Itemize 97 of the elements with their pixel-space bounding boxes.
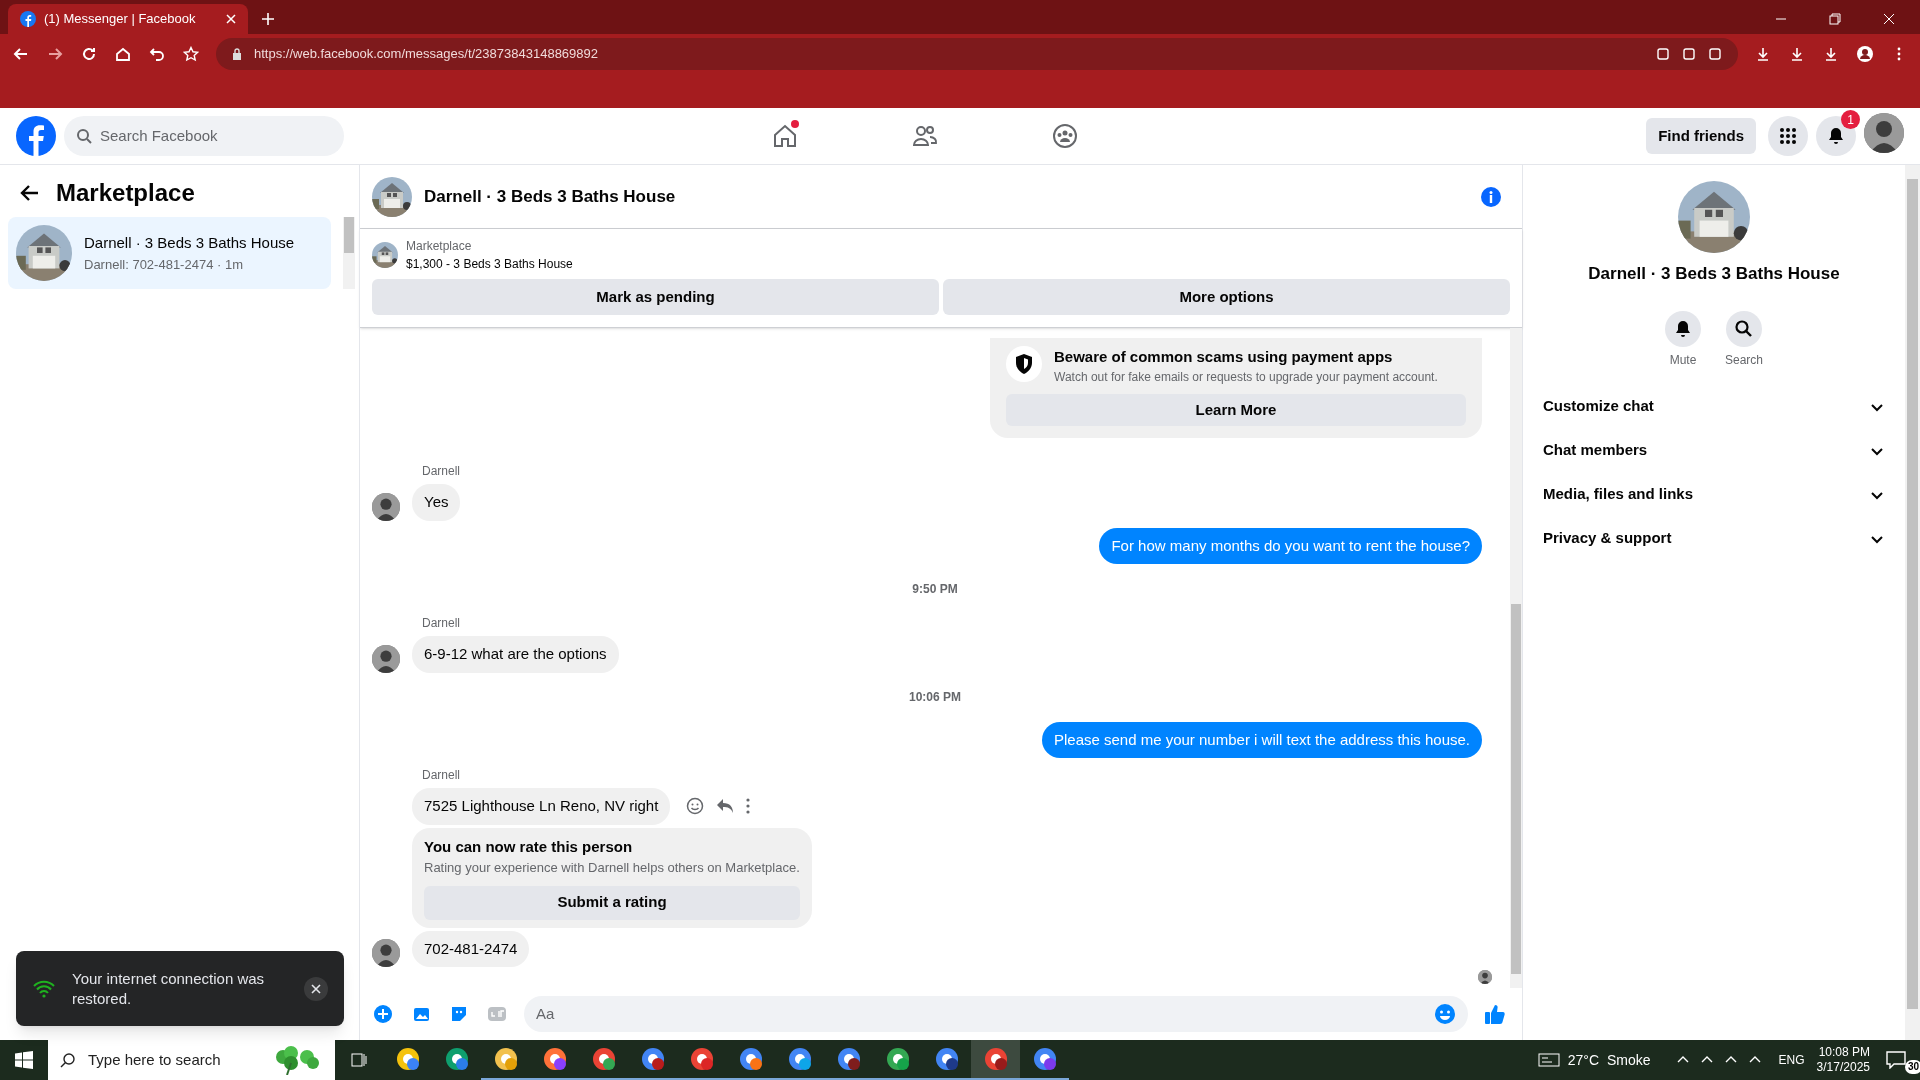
close-icon[interactable] xyxy=(226,14,236,24)
address-bar[interactable]: https://web.facebook.com/messages/t/23873843148869892 xyxy=(216,38,1738,70)
sender-name: Darnell xyxy=(422,615,461,632)
back-arrow-icon[interactable] xyxy=(20,183,40,203)
search-icon xyxy=(1734,318,1754,339)
notice-title: Beware of common scams using payment apps xyxy=(1054,346,1394,367)
submit-rating-button[interactable]: Submit a rating xyxy=(424,885,800,920)
more-icon[interactable] xyxy=(746,798,751,815)
weather-icon xyxy=(1537,1052,1560,1068)
reply-icon[interactable] xyxy=(716,798,735,815)
section-row[interactable]: Customize chat xyxy=(1535,384,1893,429)
section-label: Media, files and links xyxy=(1543,484,1695,505)
rating-title: You can now rate this person xyxy=(424,836,634,857)
section-row[interactable]: Media, files and links xyxy=(1535,472,1893,517)
search-field[interactable]: Search Facebook xyxy=(100,124,332,148)
language-indicator[interactable]: ENG xyxy=(1778,1051,1805,1069)
home-icon xyxy=(771,122,799,150)
sender-name: Darnell xyxy=(422,463,461,480)
timestamp: 9:50 PM xyxy=(912,581,958,598)
section-label: Chat members xyxy=(1543,440,1649,461)
facebook-icon xyxy=(20,11,36,27)
chat-title: Darnell · 3 Beds 3 Baths House xyxy=(424,185,677,208)
notice-body: Watch out for fake emails or requests to upgrade your payment account. xyxy=(1054,369,1438,386)
button-label: Search xyxy=(1725,351,1763,369)
seen-avatar xyxy=(1478,970,1492,984)
chat-bubble-icon xyxy=(1886,1051,1906,1069)
close-button[interactable] xyxy=(304,976,328,1001)
timestamp: 10:06 PM xyxy=(909,688,961,706)
shield-icon xyxy=(1006,345,1042,382)
learn-more-button[interactable]: Learn More xyxy=(1006,394,1466,426)
section-row[interactable]: Privacy & support xyxy=(1535,516,1893,561)
message-bubble: 702-481-2474 xyxy=(412,930,530,967)
taskbar-search-field[interactable]: Type here to search xyxy=(88,1048,257,1072)
more-options-button[interactable]: More options xyxy=(943,279,1510,315)
notification-center-button[interactable]: 30 xyxy=(1886,1040,1920,1080)
section-label: Customize chat xyxy=(1543,396,1655,417)
bell-icon xyxy=(1826,126,1846,146)
message-bubble: 6-9-12 what are the options xyxy=(412,636,619,673)
conversation-preview: Darnell: 702-481-2474 · 1m xyxy=(84,255,244,274)
search-bar[interactable]: Search Facebook xyxy=(64,116,344,156)
like-icon[interactable] xyxy=(1484,1003,1506,1025)
profile-avatar xyxy=(1864,112,1904,153)
bell-icon xyxy=(1673,318,1693,339)
clock-date: 3/17/2025 xyxy=(1816,1060,1870,1075)
search-icon xyxy=(76,128,92,144)
scrollbar[interactable] xyxy=(1510,328,1522,988)
grid-icon xyxy=(1778,126,1798,146)
emoji-icon[interactable] xyxy=(686,797,705,816)
notification-count: 30 xyxy=(1904,1060,1920,1074)
message-bar[interactable]: Aa xyxy=(524,996,1468,1032)
facebook-logo-icon[interactable] xyxy=(16,116,56,156)
scrollbar[interactable] xyxy=(343,217,355,289)
taskbar-search-bar[interactable]: Type here to search xyxy=(48,1040,335,1080)
message-bubble: 7525 Lighthouse Ln Reno, NV right xyxy=(412,788,671,825)
marketplace-heading: Marketplace xyxy=(56,178,195,208)
home-icon[interactable] xyxy=(114,46,132,62)
rating-body: Rating your experience with Darnell helps others on Marketplace. xyxy=(424,859,800,877)
listing-summary: $1,300 - 3 Beds 3 Baths House xyxy=(406,256,573,273)
back-icon[interactable] xyxy=(12,46,30,62)
section-label: Privacy & support xyxy=(1543,528,1673,549)
message-bubble: For how many months do you want to rent the house? xyxy=(1099,527,1482,564)
weather-condition: Smoke xyxy=(1607,1050,1651,1070)
button-label: Mute xyxy=(1669,351,1697,369)
undo-icon[interactable] xyxy=(148,46,166,62)
groups-icon xyxy=(1051,122,1079,150)
message-bubble: Yes xyxy=(412,484,461,521)
info-icon[interactable] xyxy=(1480,185,1502,208)
search-icon xyxy=(60,1052,76,1068)
conversation-title: Darnell · 3 Beds 3 Baths House xyxy=(84,233,295,253)
reload-icon[interactable] xyxy=(80,46,98,62)
mark-as-pending-button[interactable]: Mark as pending xyxy=(372,279,939,315)
chrome-icon[interactable] xyxy=(971,1040,1020,1080)
search-button[interactable] xyxy=(1726,310,1762,347)
message-bubble: Please send me your number i will text the address this house. xyxy=(1041,721,1482,758)
add-icon[interactable] xyxy=(371,1002,395,1026)
message-input[interactable]: Aa xyxy=(536,1002,1434,1026)
toast-message: Your internet connection was restored. xyxy=(72,968,266,1009)
clock-time: 10:08 PM xyxy=(1818,1045,1870,1060)
emoji-icon[interactable] xyxy=(1434,1003,1456,1025)
details-title: Darnell · 3 Beds 3 Baths House xyxy=(1588,263,1840,285)
find-friends-button[interactable]: Find friends xyxy=(1646,118,1756,154)
listing-source: Marketplace xyxy=(406,238,473,255)
lock-icon xyxy=(232,48,242,60)
close-icon xyxy=(311,983,321,994)
forward-icon[interactable] xyxy=(46,46,64,62)
browser-tab[interactable]: (1) Messenger | Facebook xyxy=(8,4,248,34)
section-row[interactable]: Chat members xyxy=(1535,428,1893,473)
notifications-button[interactable] xyxy=(1816,116,1856,156)
wifi-icon xyxy=(32,979,56,998)
notification-badge: 1 xyxy=(1841,110,1860,129)
menu-button[interactable] xyxy=(1768,116,1808,156)
profile-icon[interactable] xyxy=(1856,46,1874,62)
conversation-item[interactable]: Darnell · 3 Beds 3 Baths House Darnell: 702-481-2474 · 1m xyxy=(8,217,331,289)
scrollbar[interactable] xyxy=(1905,165,1920,1040)
sender-name: Darnell xyxy=(422,767,461,784)
weather-temperature: 27°C xyxy=(1567,1050,1599,1070)
mute-button[interactable] xyxy=(1665,310,1701,347)
